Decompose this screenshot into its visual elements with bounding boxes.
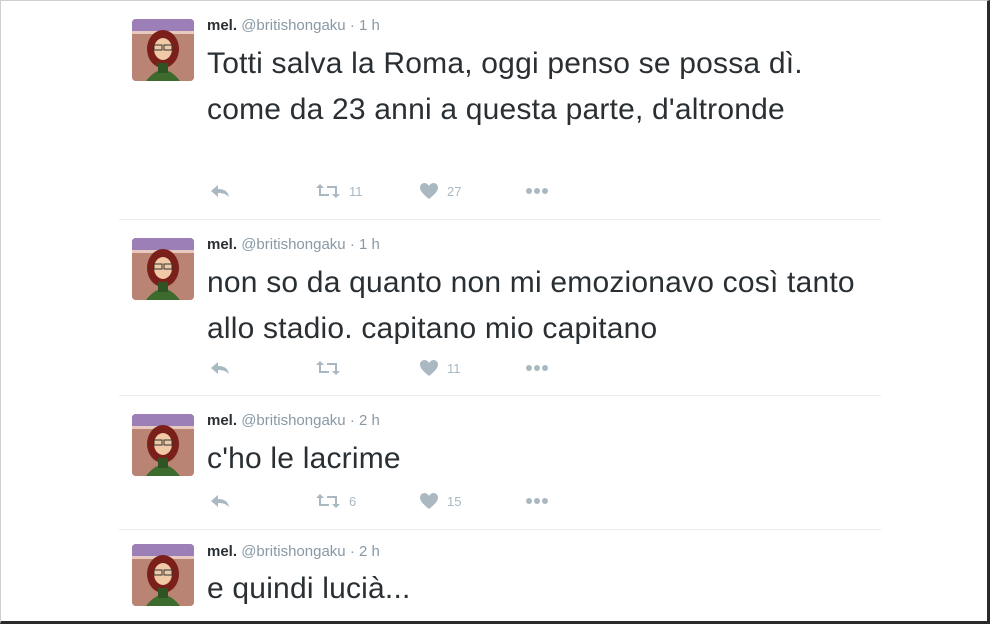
display-name[interactable]: mel. — [207, 412, 237, 429]
tweet-header: mel. @britishongaku · 1 h — [207, 236, 380, 253]
tweet-actions: 6 15 — [207, 489, 607, 513]
tweet[interactable]: mel. @britishongaku · 2 h c'ho le lacrim… — [119, 396, 881, 529]
timestamp[interactable]: 2 h — [359, 412, 380, 429]
retweet-count: 6 — [349, 493, 357, 509]
display-name[interactable]: mel. — [207, 17, 237, 34]
more-button[interactable] — [525, 179, 549, 203]
tweet-text: Totti salva la Roma, oggi penso se possa… — [207, 47, 803, 126]
retweet-button[interactable] — [315, 356, 349, 380]
retweet-button[interactable]: 6 — [315, 489, 356, 513]
more-button[interactable] — [525, 356, 549, 380]
retweet-icon — [316, 184, 340, 198]
like-count: 15 — [447, 493, 462, 509]
retweet-count: 11 — [349, 183, 363, 199]
heart-icon — [420, 360, 438, 376]
tweet-header: mel. @britishongaku · 2 h — [207, 412, 380, 429]
timeline: mel. @britishongaku · 1 h Totti salva la… — [0, 0, 990, 624]
handle[interactable]: @britishongaku — [241, 412, 345, 429]
reply-button[interactable] — [209, 489, 231, 513]
avatar[interactable] — [132, 544, 194, 606]
retweet-button[interactable]: 11 — [315, 179, 363, 203]
reply-icon — [211, 185, 229, 197]
like-button[interactable]: 15 — [419, 489, 461, 513]
avatar[interactable] — [132, 238, 194, 300]
tweet-actions: 11 — [207, 356, 607, 380]
handle[interactable]: @britishongaku — [241, 236, 345, 253]
like-button[interactable]: 11 — [419, 356, 461, 380]
display-name[interactable]: mel. — [207, 236, 237, 253]
like-button[interactable]: 27 — [419, 179, 461, 203]
retweet-icon — [316, 494, 340, 508]
heart-icon — [420, 493, 438, 509]
tweet-text: e quindi lucià... — [207, 572, 411, 605]
tweet[interactable]: mel. @britishongaku · 1 h Totti salva la… — [119, 1, 881, 219]
like-count: 11 — [447, 360, 461, 376]
handle[interactable]: @britishongaku — [241, 17, 345, 34]
more-icon — [526, 188, 548, 194]
tweet-actions: 11 27 — [207, 179, 607, 203]
tweet[interactable]: mel. @britishongaku · 2 h e quindi lucià… — [119, 530, 881, 621]
reply-button[interactable] — [209, 356, 231, 380]
reply-icon — [211, 362, 229, 374]
display-name[interactable]: mel. — [207, 543, 237, 560]
avatar[interactable] — [132, 19, 194, 81]
reply-icon — [211, 495, 229, 507]
separator: · — [349, 543, 355, 560]
more-icon — [526, 498, 548, 504]
more-icon — [526, 365, 548, 371]
heart-icon — [420, 183, 438, 199]
separator: · — [349, 17, 355, 34]
tweet[interactable]: mel. @britishongaku · 1 h non so da quan… — [119, 220, 881, 395]
timestamp[interactable]: 2 h — [359, 543, 380, 560]
timestamp[interactable]: 1 h — [359, 17, 380, 34]
reply-button[interactable] — [209, 179, 231, 203]
tweet-header: mel. @britishongaku · 2 h — [207, 543, 380, 560]
tweet-header: mel. @britishongaku · 1 h — [207, 17, 380, 34]
timestamp[interactable]: 1 h — [359, 236, 380, 253]
avatar[interactable] — [132, 414, 194, 476]
retweet-icon — [316, 361, 340, 375]
separator: · — [349, 412, 355, 429]
handle[interactable]: @britishongaku — [241, 543, 345, 560]
tweet-text: c'ho le lacrime — [207, 442, 401, 475]
like-count: 27 — [447, 183, 462, 199]
tweet-text: non so da quanto non mi emozionavo così … — [207, 266, 855, 345]
more-button[interactable] — [525, 489, 549, 513]
separator: · — [349, 236, 355, 253]
